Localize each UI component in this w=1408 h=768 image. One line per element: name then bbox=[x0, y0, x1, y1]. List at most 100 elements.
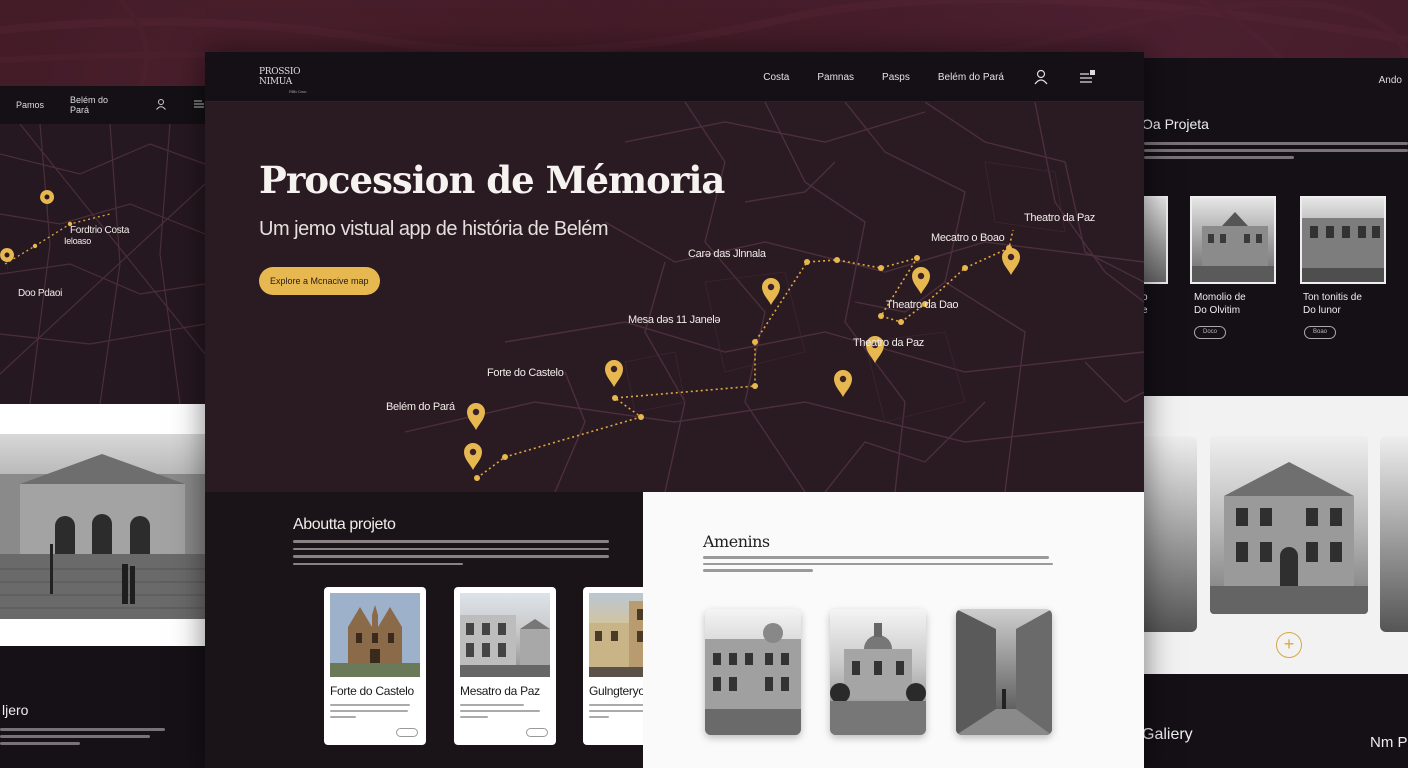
location-card-mesatro[interactable]: Mesatro da Paz bbox=[454, 587, 556, 745]
map-label-mercado[interactable]: Mecatro o Boao bbox=[931, 232, 1005, 244]
amenities-description bbox=[703, 556, 1053, 576]
map-pin-icon[interactable] bbox=[467, 403, 485, 430]
map-pin-hole bbox=[1007, 253, 1015, 261]
right-gallery-photo-main[interactable] bbox=[1210, 436, 1368, 614]
main-window: PROSSIO NIMUA Pilfo Crue Costa Pamnas Pas… bbox=[205, 52, 1144, 768]
hero-section: Procession de Mémoria Um jemo vistual ap… bbox=[205, 102, 1144, 492]
right-card-2-title: Ton tonitis de Do lunor bbox=[1303, 292, 1362, 316]
left-map-label-2: Ieloaso bbox=[64, 236, 91, 246]
card-photo bbox=[330, 593, 420, 677]
map-label-theatro-low[interactable]: Theatro da Paz bbox=[853, 337, 924, 349]
map-label-forte[interactable]: Forte do Castelo bbox=[487, 367, 564, 379]
gallery-photo-1[interactable] bbox=[705, 609, 801, 735]
top-navbar: PROSSIO NIMUA Pilfo Crue Costa Pamnas Pas… bbox=[205, 52, 1144, 102]
card-title: Mesatro da Paz bbox=[460, 684, 540, 698]
cathedral-photo[interactable] bbox=[0, 434, 205, 619]
route-node bbox=[502, 454, 508, 460]
map-pin-icon[interactable] bbox=[834, 370, 852, 397]
right-nav-link[interactable]: Ando bbox=[1379, 75, 1402, 86]
left-footer-title: ljero bbox=[2, 702, 29, 718]
left-nav-belem[interactable]: Belém do Pará bbox=[70, 95, 129, 115]
right-gallery-photo-right[interactable] bbox=[1380, 436, 1408, 632]
hero-title: Procession de Mémoria bbox=[259, 158, 725, 202]
gallery-photo-2[interactable] bbox=[830, 609, 926, 735]
menu-icon[interactable] bbox=[1078, 68, 1096, 86]
right-card-2-pill[interactable]: Boao bbox=[1304, 326, 1336, 339]
map-pin-icon[interactable] bbox=[1002, 248, 1020, 275]
nav-pamnas[interactable]: Pamnas bbox=[817, 72, 854, 83]
left-map[interactable]: Fordtrio Costa Ieloaso Doo Pdaoi bbox=[0, 123, 205, 405]
map-label-belem[interactable]: Belém do Pará bbox=[386, 401, 455, 413]
map-pin-hole bbox=[839, 375, 847, 383]
site-logo[interactable]: PROSSIO NIMUA Pilfo Crue bbox=[259, 67, 307, 97]
about-title: Aboutta projeto bbox=[293, 516, 396, 533]
add-plus-button[interactable]: + bbox=[1276, 632, 1302, 658]
route-node bbox=[878, 313, 884, 319]
left-map-label-1: Fordtrio Costa bbox=[70, 225, 130, 236]
map-label-mesa[interactable]: Mesa dəs 11 Janelə bbox=[628, 314, 721, 326]
nav-costa[interactable]: Costa bbox=[763, 72, 789, 83]
route-node bbox=[804, 259, 810, 265]
map-pin-icon[interactable] bbox=[912, 267, 930, 294]
map-pin-icon[interactable] bbox=[464, 443, 482, 470]
card-photo bbox=[460, 593, 550, 677]
left-preview-panel: Pamos Belém do Pará Fordtrio Costa Ieloa… bbox=[0, 86, 205, 768]
right-card-2-photo[interactable] bbox=[1300, 196, 1386, 284]
map-pins bbox=[464, 248, 1020, 470]
right-gallery-title: Galiery bbox=[1144, 726, 1193, 743]
map-pin-hole bbox=[469, 448, 477, 456]
map-label-casa[interactable]: Carə das Jlnnala bbox=[688, 248, 766, 260]
nav-belem[interactable]: Belém do Pará bbox=[938, 72, 1004, 83]
map-pin-icon[interactable] bbox=[605, 360, 623, 387]
right-section-title: Oa Projeta bbox=[1144, 116, 1209, 132]
route-node bbox=[612, 395, 618, 401]
route-node bbox=[834, 257, 840, 263]
right-gallery-section: + bbox=[1144, 396, 1408, 674]
route-node bbox=[638, 414, 644, 420]
card-more-button[interactable] bbox=[526, 728, 548, 737]
map-pin-hole bbox=[610, 365, 618, 373]
amenities-title: Amenins bbox=[703, 532, 770, 551]
map-pin-hole bbox=[472, 408, 480, 416]
menu-icon[interactable] bbox=[193, 98, 205, 112]
left-nav-pamos[interactable]: Pamos bbox=[16, 100, 44, 110]
card-title: Gulngteryo bbox=[589, 684, 645, 698]
route-node bbox=[752, 339, 758, 345]
about-description bbox=[293, 540, 609, 570]
right-preview-panel: Ando Oa Projeta oe Momolio de Do Olvitim … bbox=[1144, 58, 1408, 768]
left-photo-section bbox=[0, 404, 205, 646]
right-gallery-photo-left[interactable] bbox=[1144, 436, 1197, 632]
left-map-label-3: Doo Pdaoi bbox=[18, 288, 62, 299]
map-label-theatro-top[interactable]: Theatro da Paz bbox=[1024, 212, 1095, 224]
left-nav: Pamos Belém do Pará bbox=[0, 86, 205, 124]
gallery-photo-3[interactable] bbox=[956, 609, 1052, 735]
route-node bbox=[474, 475, 480, 481]
explore-map-button[interactable]: Explore a Mcnacive map bbox=[259, 267, 380, 295]
user-icon[interactable] bbox=[1032, 68, 1050, 86]
route-node bbox=[878, 265, 884, 271]
route-node bbox=[898, 319, 904, 325]
map-pin-hole bbox=[917, 272, 925, 280]
user-icon[interactable] bbox=[155, 98, 167, 112]
left-footer: ljero bbox=[0, 646, 205, 768]
map-pin-hole bbox=[767, 283, 775, 291]
right-card-1-pill[interactable]: Doco bbox=[1194, 326, 1226, 339]
right-card-1-photo[interactable] bbox=[1190, 196, 1276, 284]
route-node bbox=[752, 383, 758, 389]
right-nm-title: Nm P bbox=[1370, 734, 1408, 751]
right-description bbox=[1144, 142, 1408, 163]
route-node bbox=[962, 265, 968, 271]
map-label-theatro-mid[interactable]: Theatro da Dao bbox=[886, 299, 959, 311]
amenities-section: Amenins bbox=[643, 492, 1144, 768]
card-more-button[interactable] bbox=[396, 728, 418, 737]
right-nav: Ando bbox=[1144, 58, 1408, 102]
route-node bbox=[914, 255, 920, 261]
nav-pasps[interactable]: Pasps bbox=[882, 72, 910, 83]
right-card-partial[interactable] bbox=[1144, 196, 1168, 284]
card-title: Forte do Castelo bbox=[330, 684, 414, 698]
map-pin-icon[interactable] bbox=[762, 278, 780, 305]
location-card-forte[interactable]: Forte do Castelo bbox=[324, 587, 426, 745]
about-section: Aboutta projeto Forte do Castelo Mesatro… bbox=[205, 492, 685, 768]
hero-subtitle: Um jemo vistual app de história de Belém bbox=[259, 218, 609, 240]
right-card-1-title: Momolio de Do Olvitim bbox=[1194, 292, 1246, 316]
